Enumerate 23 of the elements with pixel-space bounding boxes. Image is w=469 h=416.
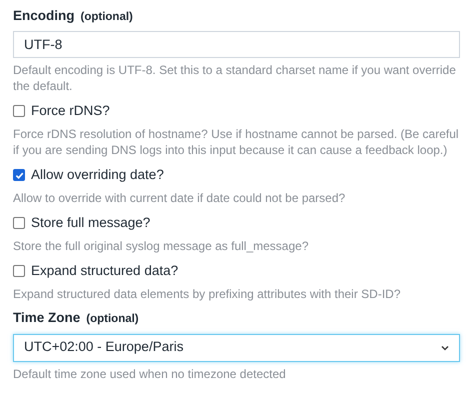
help-text: Default time zone used when no timezone detected [13,366,287,382]
help-text: Force rDNS resolution of hostname? Use if hostname cannot be parsed. (Be careful if you are sending DNS logs into this input because it can cause a feedback loop.) [13,126,460,158]
checkbox[interactable] [13,169,25,182]
checkbox[interactable] [13,265,25,278]
select-value: UTC+02:00 - Europe/Paris [24,338,184,356]
time-zone-select[interactable]: UTC+02:00 - Europe/Paris [13,334,460,362]
chevron-down-icon [441,344,449,350]
optional-label: (optional) [80,10,133,25]
help-text: Default encoding is UTF-8. Set this to a standard charset name if you want override the default. [13,62,457,94]
help-text: Expand structured data elements by prefixing attributes with their SD-ID? [13,286,402,302]
field-label: Encoding [13,7,74,25]
check-icon [14,170,24,180]
checkbox-label: Store full message? [31,214,150,232]
help-text: Allow to override with current date if date could not be parsed? [13,190,346,206]
checkbox[interactable] [13,217,25,230]
checkbox-label: Force rDNS? [31,102,110,120]
encoding-field[interactable]: UTF-8 [13,31,460,58]
checkbox-label: Expand structured data? [31,262,178,280]
help-text: Store the full original syslog message as full_message? [13,238,310,254]
checkbox[interactable] [13,105,25,118]
field-label: Time Zone [13,309,80,328]
checkbox-label: Allow overriding date? [31,166,164,184]
optional-label: (optional) [86,312,139,328]
